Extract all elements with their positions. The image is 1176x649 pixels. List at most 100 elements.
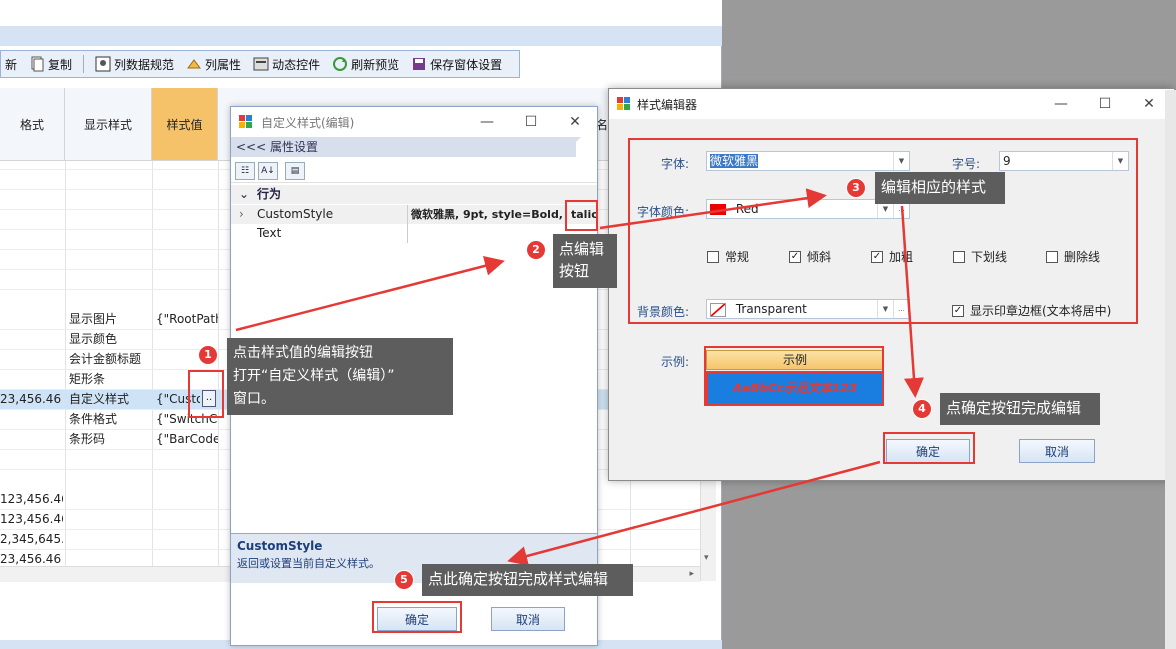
toolbar-save-button[interactable]: 保存窗体设置: [407, 53, 506, 75]
property-pages-button[interactable]: ▤: [285, 161, 305, 180]
cell-style[interactable]: 条件格式: [69, 409, 151, 429]
cell-format[interactable]: [0, 409, 63, 429]
style-checkbox[interactable]: 常规: [707, 248, 749, 265]
column-header-format[interactable]: 格式: [0, 88, 65, 161]
expand-icon[interactable]: ›: [239, 205, 244, 224]
cell-format[interactable]: [0, 349, 63, 369]
cell-style[interactable]: [69, 449, 151, 469]
property-name: Text: [257, 226, 282, 240]
grid-divider: [218, 161, 219, 581]
cell-style-value[interactable]: [156, 529, 218, 549]
cell-style[interactable]: 自定义样式: [69, 389, 151, 409]
cell-style-value[interactable]: {"SwitchC: [156, 409, 218, 429]
category-behavior[interactable]: ⌄ 行为: [231, 185, 597, 204]
outer-scrollbar[interactable]: [1165, 90, 1176, 649]
cell-style[interactable]: [69, 509, 151, 529]
maximize-button[interactable]: ☐: [1083, 89, 1127, 119]
cell-style[interactable]: 条形码: [69, 429, 151, 449]
style-editor-cancel-button[interactable]: 取消: [1019, 439, 1095, 463]
header-tail: [561, 137, 581, 157]
size-combo[interactable]: 9 ▼: [999, 151, 1129, 171]
callout-1-badge: 1: [198, 345, 218, 365]
cell-style[interactable]: [69, 489, 151, 509]
cell-format[interactable]: 2,345,645.6: [0, 529, 63, 549]
style-value-edit-button[interactable]: ..: [202, 390, 216, 407]
toolbar-copy-button[interactable]: 复制: [25, 53, 76, 75]
dropdown-icon[interactable]: ▼: [1112, 152, 1128, 170]
style-checkbox[interactable]: 下划线: [953, 248, 1007, 265]
toolbar-dynamic-control-button[interactable]: 动态控件: [249, 53, 324, 75]
callout-4-line1: 点确定按钮完成编辑: [946, 399, 1082, 417]
sample-label: 示例:: [661, 355, 690, 369]
scroll-down-icon[interactable]: ▾: [704, 553, 709, 563]
cell-style[interactable]: [69, 529, 151, 549]
cell-format[interactable]: [0, 309, 63, 329]
grid-divider: [65, 161, 66, 581]
stamp-border-checkbox[interactable]: ✓ 显示印章边框(文本将居中): [952, 302, 1111, 319]
close-button[interactable]: ✕: [553, 107, 597, 137]
custom-style-cancel-button[interactable]: 取消: [491, 607, 565, 631]
sample-text: AaBbCc示范文本123: [732, 381, 858, 395]
callout-3: 编辑相应的样式: [875, 172, 1005, 204]
callout-3-line1: 编辑相应的样式: [881, 178, 987, 196]
cell-style[interactable]: 显示颜色: [69, 329, 151, 349]
dropdown-icon[interactable]: ▼: [893, 152, 909, 170]
cell-format[interactable]: [0, 329, 63, 349]
cell-style-value[interactable]: {"Custo: [156, 389, 200, 409]
cell-style-value[interactable]: {"RootPath: [156, 309, 218, 329]
cell-format[interactable]: 123,456.46: [0, 489, 63, 509]
property-row-text[interactable]: Text: [231, 224, 597, 243]
cell-format[interactable]: 123,456.46: [0, 509, 63, 529]
custom-style-title: 自定义样式(编辑): [261, 115, 355, 130]
toolbar-column-rule-button[interactable]: 列数据规范: [91, 53, 178, 75]
collapse-icon[interactable]: ⌄: [239, 185, 249, 204]
cell-style-value[interactable]: [156, 509, 218, 529]
font-combo[interactable]: 微软雅黑 ▼: [706, 151, 910, 171]
cell-style-value[interactable]: [156, 449, 218, 469]
bg-color-combo[interactable]: Transparent ▼ ...: [706, 299, 910, 319]
close-icon: ✕: [1143, 96, 1155, 112]
cell-style[interactable]: 显示图片: [69, 309, 151, 329]
cell-format[interactable]: [0, 429, 63, 449]
callout-5: 点此确定按钮完成样式编辑: [422, 564, 633, 596]
categorized-view-button[interactable]: ☷: [235, 161, 255, 180]
cell-format[interactable]: [0, 449, 63, 469]
scroll-right-icon[interactable]: ▸: [689, 569, 694, 579]
minimize-button[interactable]: —: [465, 107, 509, 137]
toolbar-refresh-preview-button[interactable]: 刷新预览: [328, 53, 403, 75]
column-property-icon: [187, 59, 202, 69]
style-checkbox[interactable]: 删除线: [1046, 248, 1100, 265]
toolbar-refresh-preview-label: 刷新预览: [351, 57, 400, 72]
callout-4: 点确定按钮完成编辑: [940, 393, 1100, 425]
toolbar-column-property-button[interactable]: 列属性: [182, 53, 245, 75]
font-label: 字体:: [661, 157, 690, 171]
column-header-style-value[interactable]: 样式值: [152, 88, 218, 161]
property-settings-header[interactable]: <<< 属性设置: [231, 137, 576, 157]
sort-az-icon: A↓: [261, 165, 275, 176]
cell-style[interactable]: 会计金额标题: [69, 349, 151, 369]
minimize-button[interactable]: —: [1039, 89, 1083, 119]
style-checkbox[interactable]: ✓ 倾斜: [789, 248, 831, 265]
callout-2-number: 2: [532, 243, 540, 256]
more-button[interactable]: ...: [893, 300, 909, 318]
maximize-button[interactable]: ☐: [509, 107, 553, 137]
cell-format[interactable]: 23,456.46: [0, 389, 63, 409]
style-editor-ok-button[interactable]: 确定: [886, 439, 970, 463]
column-header-style[interactable]: 显示样式: [65, 88, 152, 161]
minimize-icon: —: [1054, 96, 1068, 112]
font-color-label: 字体颜色:: [637, 205, 690, 219]
dropdown-icon[interactable]: ▼: [877, 300, 893, 318]
custom-style-ok-button[interactable]: 确定: [377, 607, 457, 631]
cell-style-value[interactable]: [156, 489, 218, 509]
cell-style[interactable]: 矩形条: [69, 369, 151, 389]
alphabetical-sort-button[interactable]: A↓: [258, 161, 278, 180]
cell-style-value[interactable]: {"BarCode: [156, 429, 218, 449]
close-icon: ✕: [569, 114, 581, 130]
main-ribbon-band: [0, 26, 722, 46]
toolbar-refresh-button[interactable]: 新: [1, 53, 21, 75]
checkbox-label: 删除线: [1064, 250, 1101, 264]
cell-format[interactable]: [0, 369, 63, 389]
style-checkbox[interactable]: ✓ 加粗: [871, 248, 913, 265]
property-row-customstyle[interactable]: › CustomStyle 微软雅黑, 9pt, style=Bold, tal…: [231, 205, 598, 224]
cell-style-value[interactable]: [156, 369, 218, 389]
